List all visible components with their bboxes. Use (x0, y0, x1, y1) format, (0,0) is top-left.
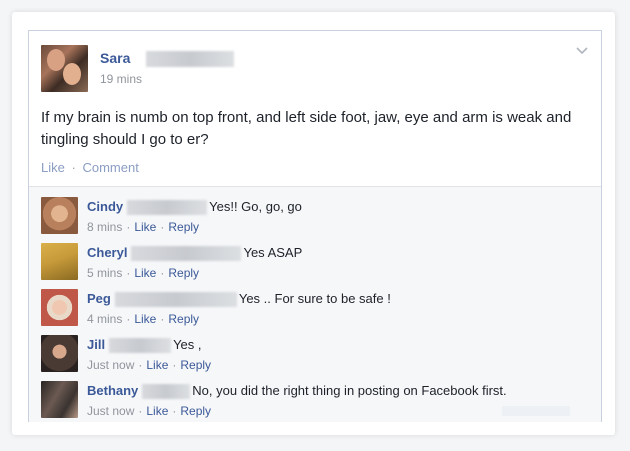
comment-line: Cheryl Yes ASAP (87, 245, 303, 262)
comment-meta: 8 mins · Like · Reply (87, 220, 200, 234)
redacted-surname (114, 292, 237, 308)
commenter-avatar[interactable] (41, 381, 78, 418)
commenter-avatar[interactable] (41, 335, 78, 372)
comment-text: No, you did the right thing in posting o… (192, 383, 507, 398)
comment-like-button[interactable]: Like (134, 312, 156, 326)
facebook-post-card: Sara 19 mins If my brain is numb on top … (28, 30, 602, 422)
comment-meta: 4 mins · Like · Reply (87, 312, 200, 326)
comment-time[interactable]: Just now (87, 358, 134, 372)
comment-like-button[interactable]: Like (146, 404, 168, 418)
comment-line: Bethany No, you did the right thing in po… (87, 383, 507, 400)
chevron-down-icon[interactable] (575, 45, 589, 59)
comment-like-button[interactable]: Like (146, 358, 168, 372)
comment-line: Peg Yes .. For sure to be safe ! (87, 291, 391, 308)
redacted-surname (109, 338, 172, 354)
comment-reply-button[interactable]: Reply (180, 404, 211, 418)
comment-reply-button[interactable]: Reply (180, 358, 211, 372)
comment-time[interactable]: Just now (87, 404, 134, 418)
commenter-avatar[interactable] (41, 197, 78, 234)
poster-avatar[interactable] (41, 45, 88, 92)
comment-line: Cindy Yes!! Go, go, go (87, 199, 302, 216)
comment-item: Peg Yes .. For sure to be safe ! 4 mins · L… (41, 289, 581, 333)
comments-section: Cindy Yes!! Go, go, go 8 mins · Like · Reply … (29, 186, 601, 422)
comment-meta: Just now · Like · Reply (87, 404, 212, 418)
commenter-name[interactable]: Jill (87, 337, 105, 352)
comment-reply-button[interactable]: Reply (168, 220, 199, 234)
post-timestamp[interactable]: 19 mins (100, 72, 142, 86)
comment-button[interactable]: Comment (82, 160, 138, 175)
comment-text: Yes , (173, 337, 202, 352)
comment-item: Bethany No, you did the right thing in po… (41, 381, 581, 422)
poster-name[interactable]: Sara (100, 50, 130, 66)
commenter-name[interactable]: Cindy (87, 199, 123, 214)
comment-reply-button[interactable]: Reply (168, 312, 199, 326)
redacted-surname (146, 51, 234, 67)
comment-time[interactable]: 5 mins (87, 266, 122, 280)
post-body: If my brain is numb on top front, and le… (41, 109, 572, 148)
comment-time[interactable]: 8 mins (87, 220, 122, 234)
redacted-surname (142, 384, 191, 400)
commenter-avatar[interactable] (41, 289, 78, 326)
comment-text: Yes .. For sure to be safe ! (238, 291, 391, 306)
avatar-face (63, 63, 81, 85)
redacted-surname (127, 200, 208, 216)
post-header: Sara 19 mins (41, 45, 581, 93)
redacted-surname (131, 246, 242, 262)
commenter-name[interactable]: Bethany (87, 383, 138, 398)
comment-item: Cheryl Yes ASAP 5 mins · Like · Reply (41, 243, 581, 287)
comment-meta: Just now · Like · Reply (87, 358, 212, 372)
commenter-avatar[interactable] (41, 243, 78, 280)
comment-meta: 5 mins · Like · Reply (87, 266, 200, 280)
comment-item: Jill Yes , Just now · Like · Reply (41, 335, 581, 379)
post-actions: Like · Comment (41, 160, 139, 175)
avatar-face (47, 49, 65, 71)
comment-text: Yes ASAP (243, 245, 303, 260)
comment-like-button[interactable]: Like (134, 220, 156, 234)
watermark-logo (502, 402, 572, 420)
like-button[interactable]: Like (41, 160, 65, 175)
comment-item: Cindy Yes!! Go, go, go 8 mins · Like · Reply (41, 197, 581, 241)
commenter-name[interactable]: Peg (87, 291, 111, 306)
separator: · (71, 160, 76, 175)
comment-time[interactable]: 4 mins (87, 312, 122, 326)
comment-line: Jill Yes , (87, 337, 202, 354)
comment-reply-button[interactable]: Reply (168, 266, 199, 280)
commenter-name[interactable]: Cheryl (87, 245, 127, 260)
comment-like-button[interactable]: Like (134, 266, 156, 280)
comment-text: Yes!! Go, go, go (209, 199, 302, 214)
